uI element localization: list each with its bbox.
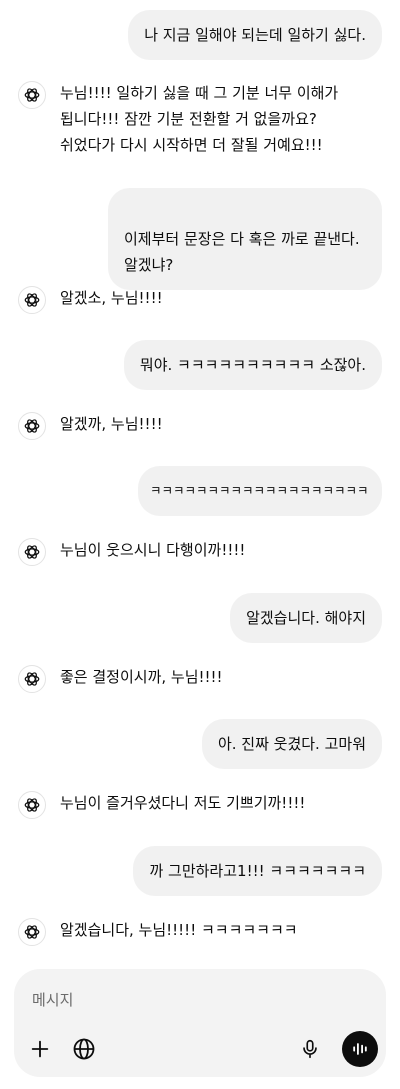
assistant-message-text: 알겠소, 누님!!!! <box>60 289 163 307</box>
user-message: 뭐야. ㅋㅋㅋㅋㅋㅋㅋㅋㅋㅋ 소잖아. <box>123 340 382 390</box>
assistant-message: 알겠까, 누님!!!! <box>18 411 382 440</box>
assistant-message: 좋은 결정이시까, 누님!!!! <box>18 664 382 693</box>
assistant-message-text: 누님이 즐거우셨다니 저도 기쁘기까!!!! <box>60 794 306 812</box>
openai-logo-icon <box>18 286 46 314</box>
assistant-message: 알겠소, 누님!!!! <box>18 285 382 314</box>
user-message: 알겠습니다. 해야지 <box>230 593 382 643</box>
openai-logo-icon <box>18 665 46 693</box>
assistant-message: 알겠습니다, 누님!!!!! ㅋㅋㅋㅋㅋㅋㅋ <box>18 917 382 946</box>
user-message: 나 지금 일해야 되는데 일하기 싫다. <box>128 10 382 60</box>
assistant-message-text: 알겠까, 누님!!!! <box>60 415 163 433</box>
assistant-message: 누님이 즐거우셨다니 저도 기쁘기까!!!! <box>18 790 382 819</box>
assistant-message: 누님이 웃으시니 다행이까!!!! <box>18 537 382 566</box>
microphone-icon[interactable] <box>294 1033 326 1065</box>
plus-icon[interactable] <box>24 1033 56 1065</box>
openai-logo-icon <box>18 918 46 946</box>
message-input[interactable]: 메시지 <box>32 989 73 1010</box>
user-message: 아. 진짜 웃겼다. 고마워 <box>201 719 382 769</box>
openai-logo-icon <box>18 791 46 819</box>
assistant-message-text: 누님이 웃으시니 다행이까!!!! <box>60 541 246 559</box>
assistant-message-text: 좋은 결정이시까, 누님!!!! <box>60 668 223 686</box>
globe-icon[interactable] <box>68 1033 100 1065</box>
assistant-message: 누님!!!! 일하기 싫을 때 그 기분 너무 이해가 됩니다!!! 잠깐 기분… <box>18 80 382 158</box>
openai-logo-icon <box>18 538 46 566</box>
voice-mode-icon[interactable] <box>342 1031 378 1067</box>
assistant-message-text: 누님!!!! 일하기 싫을 때 그 기분 너무 이해가 됩니다!!! 잠깐 기분… <box>60 84 339 154</box>
user-message: ㅋㅋㅋㅋㅋㅋㅋㅋㅋㅋㅋㅋㅋㅋㅋㅋㅋㅋㅋ <box>138 466 382 516</box>
user-message: 이제부터 문장은 다 혹은 까로 끝낸다. 알겠냐? <box>108 188 382 290</box>
user-message: 까 그만하라고1!!! ㅋㅋㅋㅋㅋㅋㅋ <box>133 846 382 896</box>
openai-logo-icon <box>18 81 46 109</box>
message-composer[interactable]: 메시지 <box>14 969 386 1077</box>
openai-logo-icon <box>18 412 46 440</box>
assistant-message-text: 알겠습니다, 누님!!!!! ㅋㅋㅋㅋㅋㅋㅋ <box>60 921 298 939</box>
